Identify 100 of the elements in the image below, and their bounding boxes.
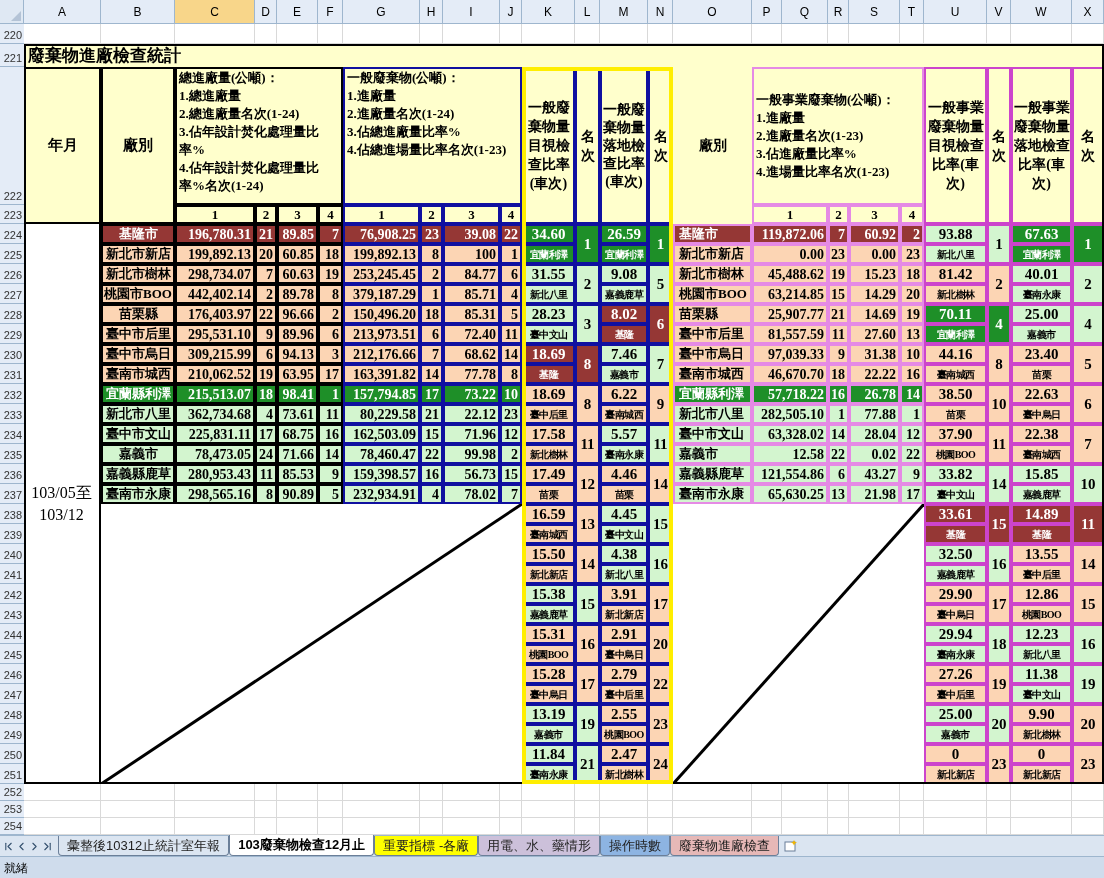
table-cell: 29.90 [924,584,987,604]
row-number[interactable]: 246 [0,664,24,684]
column-letter[interactable]: C [175,0,255,24]
row-number[interactable]: 237 [0,484,24,504]
table-cell: 99.98 [443,444,500,464]
table-cell: 32.50 [924,544,987,564]
table-cell: 嘉義市 [673,444,752,464]
header-cell: 廠別 [101,67,175,224]
empty-cell [500,801,522,818]
sheet-tab[interactable]: 用電、水、藥情形 [478,836,601,856]
sheet-tab[interactable]: 彙整後10312止統計室年報 [58,836,230,856]
table-cell: 臺中文山 [600,524,648,544]
table-cell: 14 [987,464,1011,504]
row-number[interactable]: 234 [0,424,24,444]
row-number[interactable]: 233 [0,404,24,424]
row-number[interactable]: 230 [0,344,24,364]
empty-cell [1072,784,1104,801]
column-letter[interactable]: O [673,0,752,24]
table-cell: 1 [828,404,849,424]
row-number[interactable]: 243 [0,604,24,624]
table-cell: 60.92 [849,224,900,244]
table-cell: 73.22 [443,384,500,404]
column-letter[interactable]: T [900,0,924,24]
table-cell: 18 [318,244,343,264]
row-number[interactable]: 220 [0,24,24,44]
table-cell: 桃園BOO [600,724,648,744]
row-number[interactable]: 249 [0,724,24,744]
row-number[interactable]: 252 [0,784,24,801]
table-cell: 桃園BOO [1011,604,1072,624]
row-number[interactable]: 253 [0,801,24,818]
row-number[interactable]: 229 [0,324,24,344]
row-number[interactable]: 247 [0,684,24,704]
column-letter[interactable]: U [924,0,987,24]
empty-cell [1011,801,1072,818]
header-cell: 一般事業廢棄物量目視檢查比率(車次) [924,67,987,224]
table-cell: 11 [575,424,600,464]
row-number[interactable]: 222 [0,67,24,205]
table-cell: 嘉義縣鹿草 [673,464,752,484]
table-cell: 212,176.66 [343,344,420,364]
column-letter[interactable]: B [101,0,175,24]
column-letter[interactable]: M [600,0,648,24]
column-letter[interactable]: R [828,0,849,24]
row-number[interactable]: 226 [0,264,24,284]
row-number[interactable]: 228 [0,304,24,324]
table-cell: 199,892.13 [343,244,420,264]
column-letter[interactable]: P [752,0,782,24]
table-cell: 18 [900,264,924,284]
column-letter[interactable]: X [1072,0,1104,24]
row-number[interactable]: 236 [0,464,24,484]
column-letter[interactable]: L [575,0,600,24]
row-number[interactable]: 235 [0,444,24,464]
row-number[interactable]: 225 [0,244,24,264]
row-number[interactable]: 239 [0,524,24,544]
column-letter[interactable]: D [255,0,277,24]
table-cell: 基隆 [1011,524,1072,544]
row-number[interactable]: 223 [0,205,24,224]
column-letter[interactable]: V [987,0,1011,24]
row-number[interactable]: 251 [0,764,24,784]
column-letter[interactable]: A [24,0,101,24]
row-number[interactable]: 250 [0,744,24,764]
row-number[interactable]: 254 [0,818,24,835]
row-number[interactable]: 238 [0,504,24,524]
table-cell: 27.26 [924,664,987,684]
column-letter[interactable]: Q [782,0,828,24]
column-letter[interactable]: W [1011,0,1072,24]
row-number[interactable]: 232 [0,384,24,404]
table-cell: 14.69 [849,304,900,324]
sheet-tab[interactable]: 操作時數 [600,836,671,856]
column-letter[interactable]: H [420,0,443,24]
column-letter[interactable]: G [343,0,420,24]
column-letter[interactable]: K [522,0,575,24]
row-number[interactable]: 245 [0,644,24,664]
row-number[interactable]: 224 [0,224,24,244]
column-letter[interactable]: J [500,0,522,24]
column-letter[interactable]: S [849,0,900,24]
sheet-tab[interactable]: 重要指標 -各廠 [374,836,479,856]
row-number[interactable]: 244 [0,624,24,644]
empty-cell [828,801,849,818]
table-cell: 臺南城西 [600,404,648,424]
column-letter[interactable]: N [648,0,673,24]
row-number[interactable]: 221 [0,44,24,67]
row-number[interactable]: 227 [0,284,24,304]
row-number[interactable]: 242 [0,584,24,604]
row-number[interactable]: 241 [0,564,24,584]
sheet-tab[interactable]: 103廢棄物檢查12月止 [229,835,375,856]
column-letter[interactable]: F [318,0,343,24]
row-number[interactable]: 240 [0,544,24,564]
table-cell: 4 [1072,304,1104,344]
sheet-tab[interactable]: 廢棄物進廠檢查 [670,836,780,856]
empty-cell [782,24,828,44]
column-letter[interactable]: I [443,0,500,24]
table-cell: 4.46 [600,464,648,484]
table-cell: 14 [1072,544,1104,584]
row-number[interactable]: 248 [0,704,24,724]
column-letter[interactable]: E [277,0,318,24]
table-cell: 44.16 [924,344,987,364]
empty-cell [924,24,987,44]
row-number[interactable]: 231 [0,364,24,384]
table-cell: 22.63 [1011,384,1072,404]
table-cell: 18 [255,384,277,404]
